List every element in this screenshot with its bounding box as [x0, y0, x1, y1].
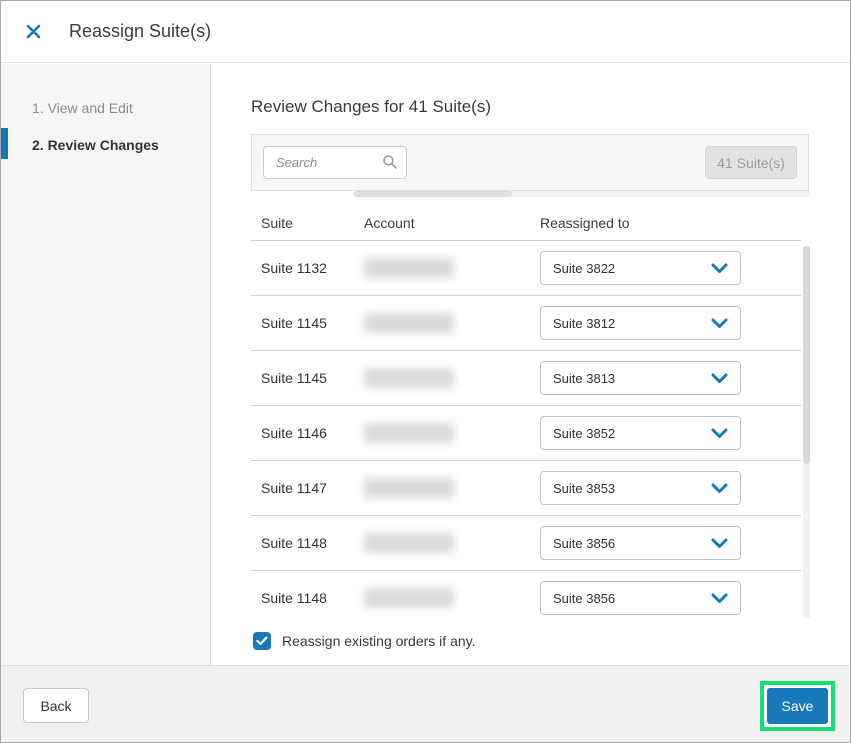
dropdown-selected-value: Suite 3822: [553, 260, 616, 276]
table-row: Suite 1145 Suite 3813: [251, 351, 801, 406]
horizontal-scrollbar-thumb[interactable]: [354, 191, 512, 197]
dropdown-selected-value: Suite 3852: [553, 425, 616, 441]
table-row: Suite 1148 Suite 3856: [251, 516, 801, 571]
chevron-down-icon: [711, 263, 728, 274]
modal-header: Reassign Suite(s): [1, 1, 850, 63]
redacted-account-value: [364, 423, 454, 443]
reassign-orders-label: Reassign existing orders if any.: [282, 633, 476, 649]
reassigned-to-dropdown[interactable]: Suite 3856: [540, 526, 741, 560]
chevron-down-icon: [711, 538, 728, 549]
table-row: Suite 1147 Suite 3853: [251, 461, 801, 516]
main-content: Review Changes for 41 Suite(s) 41 Suite(…: [212, 64, 850, 665]
chevron-down-icon: [711, 428, 728, 439]
vertical-scrollbar-thumb[interactable]: [803, 246, 810, 464]
modal-title: Reassign Suite(s): [69, 21, 212, 41]
suite-cell: Suite 1132: [261, 260, 327, 276]
account-cell: [364, 588, 540, 608]
reassigned-to-dropdown[interactable]: Suite 3852: [540, 416, 741, 450]
dropdown-selected-value: Suite 3813: [553, 370, 616, 386]
column-header-account: Account: [364, 215, 415, 231]
redacted-account-value: [364, 258, 454, 278]
redacted-account-value: [364, 478, 454, 498]
sidebar-step-view-and-edit[interactable]: 1. View and Edit: [32, 100, 133, 116]
reassigned-to-dropdown[interactable]: Suite 3856: [540, 581, 741, 615]
suite-cell: Suite 1148: [261, 590, 327, 606]
save-button-highlight: Save: [760, 681, 835, 731]
chevron-down-icon: [711, 483, 728, 494]
table-body: Suite 1132 Suite 3822 Suite 1145 Suite 3…: [251, 241, 801, 618]
table-header-row: Suite Account Reassigned to: [251, 206, 801, 241]
account-cell: [364, 423, 540, 443]
table-row: Suite 1132 Suite 3822: [251, 241, 801, 296]
account-cell: [364, 368, 540, 388]
table-toolbar: 41 Suite(s): [251, 134, 809, 191]
column-header-suite: Suite: [261, 215, 293, 231]
account-cell: [364, 313, 540, 333]
reassign-suites-modal: Reassign Suite(s) 1. View and Edit 2. Re…: [0, 0, 851, 743]
suites-count-button[interactable]: 41 Suite(s): [705, 146, 797, 179]
redacted-account-value: [364, 368, 454, 388]
suite-cell: Suite 1145: [261, 370, 327, 386]
table-row: Suite 1146 Suite 3852: [251, 406, 801, 461]
redacted-account-value: [364, 313, 454, 333]
review-changes-table: Suite Account Reassigned to Suite 1132 S…: [251, 206, 801, 618]
checkmark-icon: [256, 636, 268, 646]
reassigned-cell: Suite 3853: [540, 471, 801, 505]
suite-cell: Suite 1145: [261, 315, 327, 331]
reassigned-to-dropdown[interactable]: Suite 3813: [540, 361, 741, 395]
chevron-down-icon: [711, 593, 728, 604]
redacted-account-value: [364, 588, 454, 608]
suite-cell: Suite 1148: [261, 535, 327, 551]
search-input[interactable]: [263, 146, 407, 179]
suite-cell: Suite 1147: [261, 480, 327, 496]
reassign-orders-checkbox[interactable]: [253, 632, 271, 650]
sidebar-step-review-changes[interactable]: 2. Review Changes: [32, 137, 159, 153]
active-step-indicator: [1, 128, 8, 159]
chevron-down-icon: [711, 318, 728, 329]
back-button[interactable]: Back: [23, 688, 89, 723]
reassigned-cell: Suite 3813: [540, 361, 801, 395]
redacted-account-value: [364, 533, 454, 553]
steps-sidebar: 1. View and Edit 2. Review Changes: [1, 64, 211, 665]
reassigned-to-dropdown[interactable]: Suite 3853: [540, 471, 741, 505]
page-title: Review Changes for 41 Suite(s): [251, 97, 492, 116]
close-icon[interactable]: [21, 20, 45, 44]
dropdown-selected-value: Suite 3856: [553, 590, 616, 606]
account-cell: [364, 533, 540, 553]
dropdown-selected-value: Suite 3856: [553, 535, 616, 551]
vertical-scrollbar[interactable]: [803, 246, 810, 618]
reassigned-cell: Suite 3812: [540, 306, 801, 340]
table-row: Suite 1145 Suite 3812: [251, 296, 801, 351]
account-cell: [364, 478, 540, 498]
reassigned-cell: Suite 3856: [540, 581, 801, 615]
reassign-orders-option: Reassign existing orders if any.: [253, 632, 476, 650]
reassigned-cell: Suite 3852: [540, 416, 801, 450]
account-cell: [364, 258, 540, 278]
suite-cell: Suite 1146: [261, 425, 327, 441]
reassigned-cell: Suite 3822: [540, 251, 801, 285]
dropdown-selected-value: Suite 3853: [553, 480, 616, 496]
save-button[interactable]: Save: [767, 688, 828, 724]
modal-footer: Back Save: [1, 665, 850, 742]
reassigned-cell: Suite 3856: [540, 526, 801, 560]
horizontal-scrollbar[interactable]: [354, 191, 810, 197]
search-field-wrap: [263, 146, 407, 179]
dropdown-selected-value: Suite 3812: [553, 315, 616, 331]
table-row: Suite 1148 Suite 3856: [251, 571, 801, 618]
column-header-reassigned-to: Reassigned to: [540, 215, 630, 231]
reassigned-to-dropdown[interactable]: Suite 3812: [540, 306, 741, 340]
reassigned-to-dropdown[interactable]: Suite 3822: [540, 251, 741, 285]
chevron-down-icon: [711, 373, 728, 384]
